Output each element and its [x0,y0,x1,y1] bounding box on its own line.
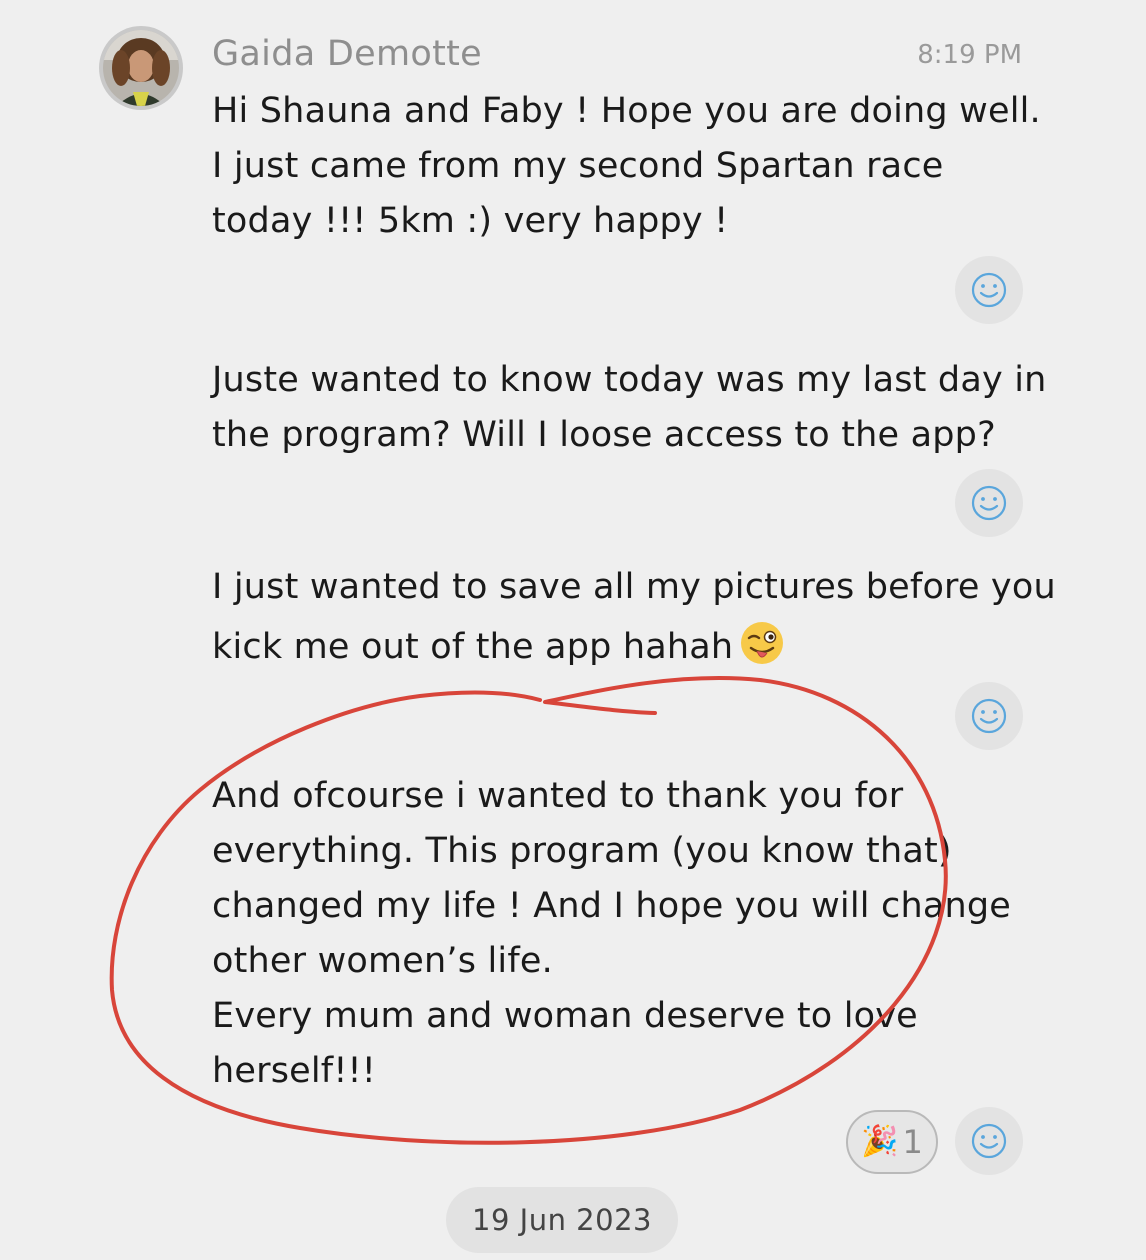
reaction-count: 1 [902,1123,923,1161]
date-separator: 19 Jun 2023 [446,1187,678,1253]
message-line: Every mum and woman deserve to love [212,996,918,1036]
message-line-text: kick me out of the app hahah [212,627,734,667]
message-timestamp: 8:19 PM [917,40,1022,70]
message-line: Hi Shauna and Faby ! Hope you are doing … [212,91,1041,131]
message-line: everything. This program (you know that) [212,831,952,871]
message-line: I just came from my second Spartan race [212,146,944,186]
message-line: the program? Will I loose access to the … [212,415,996,455]
avatar[interactable] [99,26,183,110]
message-paragraph-4: And ofcourse i wanted to thank you for e… [212,769,1042,1099]
smiley-icon [971,272,1007,308]
add-reaction-button[interactable] [955,469,1023,537]
message-line: Juste wanted to know today was my last d… [212,360,1047,400]
message-line: changed my life ! And I hope you will ch… [212,886,1012,926]
add-reaction-button[interactable] [955,1107,1023,1175]
sender-name: Gaida Demotte [212,34,482,74]
reaction-badge[interactable]: 🎉 1 [846,1110,938,1174]
message-line: I just wanted to save all my pictures be… [212,567,1056,607]
message-line: And ofcourse i wanted to thank you for [212,776,904,816]
message-line: kick me out of the app hahah [212,617,1042,677]
party-popper-icon: 🎉 [861,1124,899,1159]
winking-face-with-tongue-icon [741,622,784,664]
message-paragraph-2: Juste wanted to know today was my last d… [212,353,1047,463]
smiley-icon [971,485,1007,521]
smiley-icon [971,1123,1007,1159]
message-line: other women’s life. [212,941,553,981]
user-avatar-icon [103,30,179,106]
message-paragraph-3: I just wanted to save all my pictures be… [212,557,1056,677]
add-reaction-button[interactable] [955,682,1023,750]
message-line: herself!!! [212,1051,377,1091]
message-paragraph-1: Hi Shauna and Faby ! Hope you are doing … [212,84,1042,249]
smiley-icon [971,698,1007,734]
message-line: today !!! 5km :) very happy ! [212,201,729,241]
add-reaction-button[interactable] [955,256,1023,324]
